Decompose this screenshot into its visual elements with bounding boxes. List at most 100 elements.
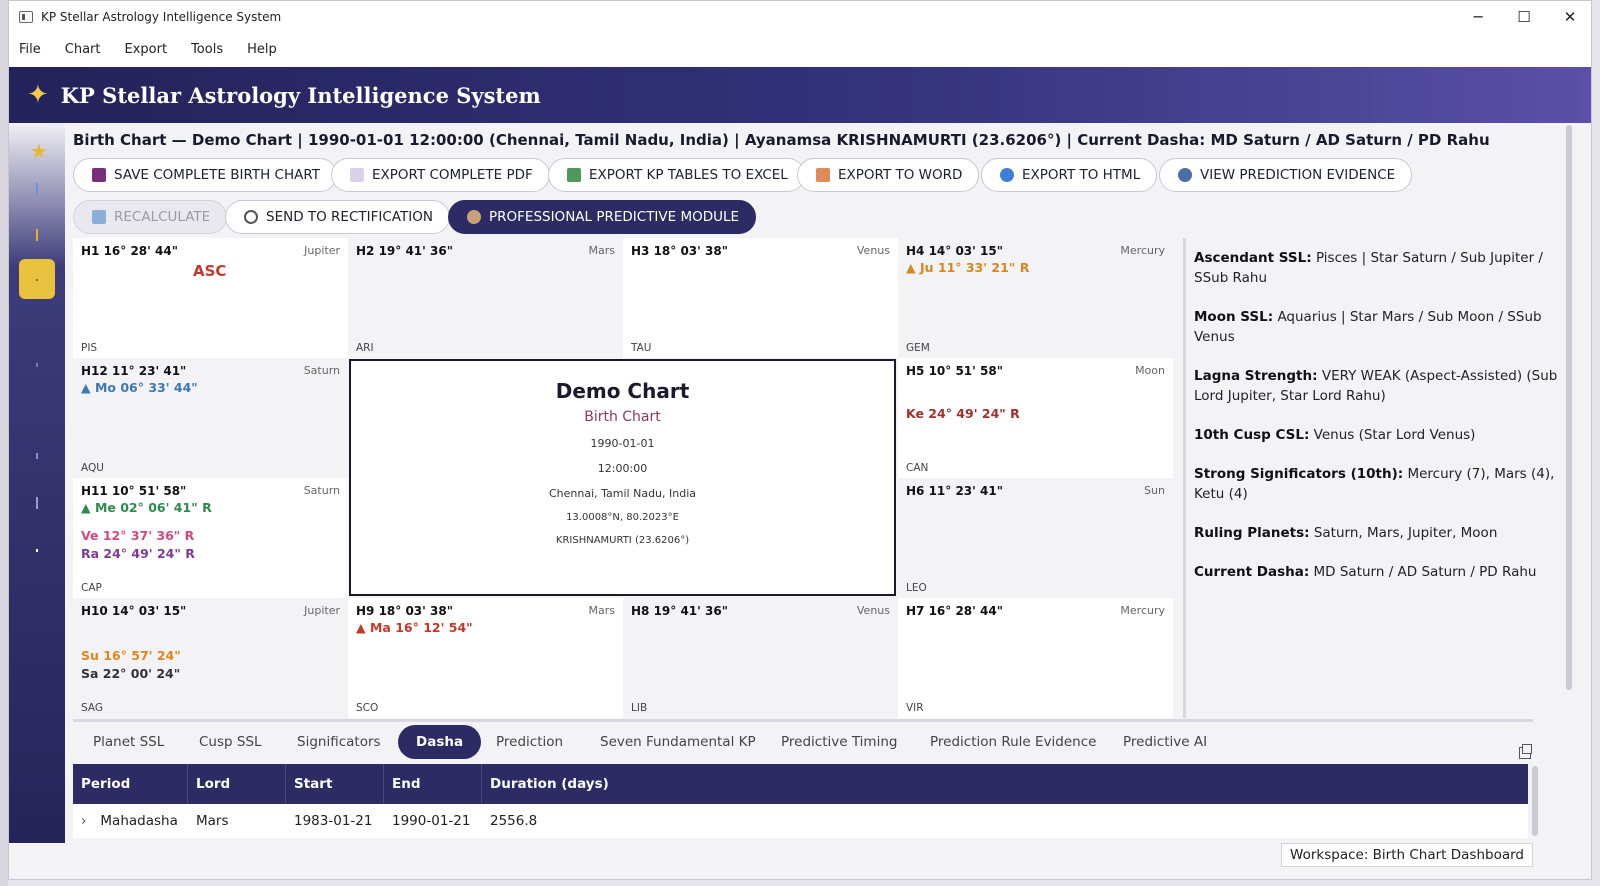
sign-label: VIR xyxy=(906,702,924,714)
tab-dasha[interactable]: Dasha xyxy=(398,725,482,759)
summary-row: 10th Cusp CSL: Venus (Star Lord Venus) xyxy=(1194,425,1559,445)
table-header: Period Lord Start End Duration (days) xyxy=(73,764,1528,804)
maximize-button[interactable]: ☐ xyxy=(1515,8,1533,26)
column-end[interactable]: End xyxy=(384,764,482,804)
sign-label: GEM xyxy=(906,342,930,354)
menu-tools[interactable]: Tools xyxy=(191,42,223,57)
recalculate-button[interactable]: RECALCULATE xyxy=(73,200,228,234)
house-cell-h9[interactable]: H9 18° 03' 38" Mars SCO ▲ Ma 16° 12' 54" xyxy=(348,598,623,718)
sign-label: SCO xyxy=(356,702,379,714)
house-cusp-label: H6 11° 23' 41" xyxy=(906,484,1003,498)
house-cell-h8[interactable]: H8 19° 41' 36" Venus LIB xyxy=(623,598,898,718)
end-cell: 1990-01-21 xyxy=(392,813,471,829)
center-title: Demo Chart xyxy=(555,379,690,403)
main-panel: Birth Chart — Demo Chart | 1990-01-01 12… xyxy=(65,123,1591,843)
save-birth-chart-button[interactable]: SAVE COMPLETE BIRTH CHART xyxy=(73,158,337,192)
column-lord[interactable]: Lord xyxy=(188,764,286,804)
summary-key: Moon SSL: xyxy=(1194,309,1274,325)
menu-chart[interactable]: Chart xyxy=(65,42,101,57)
expand-chevron-icon[interactable]: › xyxy=(81,813,86,829)
nav-item-6[interactable] xyxy=(36,497,38,509)
house-cell-h4[interactable]: H4 14° 03' 15" Mercury GEM ▲ Ju 11° 33' 21"… xyxy=(898,238,1173,358)
table-row[interactable]: › Mahadasha Mars 1983-01-21 1990-01-21 2… xyxy=(73,804,1528,838)
nav-item-2[interactable] xyxy=(36,229,38,241)
house-lord: Jupiter xyxy=(304,244,340,257)
menu-file[interactable]: File xyxy=(19,42,41,57)
tab-planet-ssl[interactable]: Planet SSL xyxy=(75,725,182,759)
house-cell-h10[interactable]: H10 14° 03' 15" Jupiter SAG Su 16° 57' 24" S… xyxy=(73,598,348,718)
start-cell: 1983-01-21 xyxy=(294,813,373,829)
chart-center-info: Demo Chart Birth Chart 1990-01-01 12:00:00 C… xyxy=(349,359,896,596)
birth-date: 1990-01-01 xyxy=(590,437,655,450)
globe-icon xyxy=(1000,168,1014,182)
house-lord: Venus xyxy=(856,604,890,617)
tab-cusp-ssl[interactable]: Cusp SSL xyxy=(181,725,280,759)
chart-headline: Birth Chart — Demo Chart | 1990-01-01 12… xyxy=(73,131,1490,149)
menu-help[interactable]: Help xyxy=(247,42,277,57)
house-cusp-label: H5 10° 51' 58" xyxy=(906,364,1003,378)
house-cusp-label: H1 16° 28' 44" xyxy=(81,244,178,258)
clock-icon xyxy=(244,210,258,224)
tab-predictive-ai[interactable]: Predictive AI xyxy=(1105,725,1225,759)
summary-value: MD Saturn / AD Saturn / PD Rahu xyxy=(1313,564,1537,580)
house-cell-h5[interactable]: H5 10° 51' 58" Moon CAN Ke 24° 49' 24" R xyxy=(898,358,1173,478)
house-cusp-label: H10 14° 03' 15" xyxy=(81,604,187,618)
view-prediction-evidence-button[interactable]: VIEW PREDICTION EVIDENCE xyxy=(1159,158,1413,192)
star-icon[interactable]: ★ xyxy=(30,139,48,163)
nav-item-1[interactable] xyxy=(36,183,38,195)
popout-icon[interactable] xyxy=(1519,744,1532,759)
house-cell-h11[interactable]: H11 10° 51' 58" Saturn CAP ▲ Me 02° 06' 41"… xyxy=(73,478,348,598)
house-cell-h1[interactable]: H1 16° 28' 44" Jupiter PIS ASC xyxy=(73,238,348,358)
column-start[interactable]: Start xyxy=(286,764,384,804)
nav-item-4[interactable] xyxy=(36,363,38,367)
column-duration[interactable]: Duration (days) xyxy=(482,764,1528,804)
close-button[interactable]: ✕ xyxy=(1561,8,1579,26)
minimize-button[interactable]: ─ xyxy=(1469,8,1487,26)
south-indian-chart: H1 16° 28' 44" Jupiter PIS ASC H2 19° 41' 36… xyxy=(73,238,1173,718)
nav-item-5[interactable] xyxy=(36,453,38,459)
tab-prediction-rule-evidence[interactable]: Prediction Rule Evidence xyxy=(912,725,1114,759)
summary-key: 10th Cusp CSL: xyxy=(1194,427,1310,443)
sign-label: PIS xyxy=(81,342,98,354)
send-to-rectification-button[interactable]: SEND TO RECTIFICATION xyxy=(225,200,450,234)
house-cell-h7[interactable]: H7 16° 28' 44" Mercury VIR xyxy=(898,598,1173,718)
export-pdf-button[interactable]: EXPORT COMPLETE PDF xyxy=(331,158,550,192)
document-icon xyxy=(816,168,830,182)
period-cell: Mahadasha xyxy=(100,813,178,829)
app-banner: ✦ KP Stellar Astrology Intelligence Syst… xyxy=(9,67,1591,123)
planet-position: Sa 22° 00' 24" xyxy=(81,666,181,681)
tab-predictive-timing[interactable]: Predictive Timing xyxy=(763,725,915,759)
planet-position: Su 16° 57' 24" xyxy=(81,648,181,663)
nav-item-active[interactable] xyxy=(19,259,55,299)
nav-item-7[interactable] xyxy=(36,549,38,552)
export-html-button[interactable]: EXPORT TO HTML xyxy=(981,158,1158,192)
house-cell-h3[interactable]: H3 18° 03' 38" Venus TAU xyxy=(623,238,898,358)
export-excel-button[interactable]: EXPORT KP TABLES TO EXCEL xyxy=(548,158,805,192)
house-cell-h12[interactable]: H12 11° 23' 41" Saturn AQU ▲ Mo 06° 33' 44" xyxy=(73,358,348,478)
summary-row: Current Dasha: MD Saturn / AD Saturn / P… xyxy=(1194,562,1559,582)
tab-seven-fundamental-kp[interactable]: Seven Fundamental KP xyxy=(582,725,774,759)
column-period[interactable]: Period xyxy=(73,764,188,804)
title-bar: KP Stellar Astrology Intelligence System… xyxy=(9,1,1591,32)
professional-predictive-module-button[interactable]: PROFESSIONAL PREDICTIVE MODULE xyxy=(448,200,757,234)
house-cell-h2[interactable]: H2 19° 41' 36" Mars ARI xyxy=(348,238,623,358)
sign-label: TAU xyxy=(631,342,652,354)
house-cusp-label: H12 11° 23' 41" xyxy=(81,364,187,378)
planet-position: ▲ Ju 11° 33' 21" R xyxy=(906,260,1030,275)
table-scrollbar[interactable] xyxy=(1530,764,1540,843)
house-cell-h6[interactable]: H6 11° 23' 41" Sun LEO xyxy=(898,478,1173,598)
status-bar: Workspace: Birth Chart Dashboard xyxy=(9,843,1591,879)
menu-export[interactable]: Export xyxy=(125,42,168,57)
tab-significators[interactable]: Significators xyxy=(279,725,399,759)
summary-row: Lagna Strength: VERY WEAK (Aspect-Assist… xyxy=(1194,366,1559,406)
nav-sidebar: ★ xyxy=(9,123,65,843)
sign-label: ARI xyxy=(356,342,374,354)
house-cusp-label: H3 18° 03' 38" xyxy=(631,244,728,258)
house-lord: Mercury xyxy=(1120,244,1165,257)
main-scrollbar[interactable] xyxy=(1563,123,1575,843)
tab-prediction[interactable]: Prediction xyxy=(478,725,581,759)
sign-label: LEO xyxy=(906,582,927,594)
export-word-button[interactable]: EXPORT TO WORD xyxy=(797,158,980,192)
birth-time: 12:00:00 xyxy=(597,462,648,475)
summary-row: Ruling Planets: Saturn, Mars, Jupiter, M… xyxy=(1194,523,1559,543)
